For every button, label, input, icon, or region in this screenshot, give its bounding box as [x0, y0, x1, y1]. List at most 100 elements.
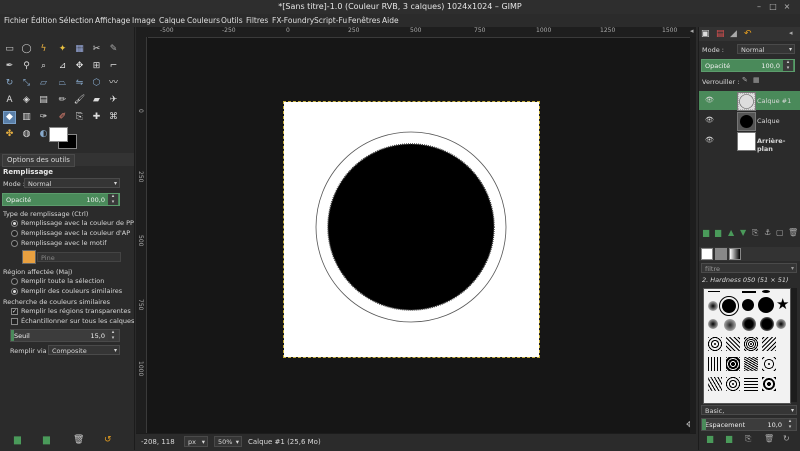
flip-icon[interactable]: ⇋: [74, 78, 85, 89]
pattern-swatch[interactable]: [22, 250, 36, 264]
checkbox-transparent[interactable]: ✓: [11, 308, 18, 315]
raise-layer-icon[interactable]: ▲: [728, 228, 734, 237]
color-picker-icon[interactable]: ⚲: [21, 61, 32, 72]
edit-brush-icon[interactable]: ▆: [707, 434, 713, 443]
patterns-tab-icon[interactable]: [715, 248, 727, 260]
menu-aide[interactable]: Aide: [382, 16, 399, 25]
brush-preview[interactable]: [742, 299, 754, 311]
brush-preview[interactable]: [724, 319, 736, 331]
mask-layer-icon[interactable]: ▢: [776, 228, 784, 237]
select-by-color-icon[interactable]: ▦: [74, 44, 85, 55]
fuzzy-select-icon[interactable]: ✦: [57, 44, 68, 55]
reset-options-icon[interactable]: ↺: [104, 435, 112, 445]
ink-icon[interactable]: ✑: [38, 112, 49, 123]
spin-arrows-icon[interactable]: ▴ ▾: [108, 193, 118, 205]
restore-options-icon[interactable]: ▆: [43, 435, 50, 445]
radio-fill-pattern[interactable]: [11, 240, 18, 247]
radio-fill-selection[interactable]: [11, 278, 18, 285]
layer-mode-select[interactable]: Normal ▾: [737, 44, 795, 54]
warp-icon[interactable]: 〰: [108, 78, 119, 89]
brush-star-icon[interactable]: ★: [776, 297, 789, 312]
checkbox-sample-merged[interactable]: [11, 318, 18, 325]
menu-affichage[interactable]: Affichage: [95, 16, 130, 25]
close-button[interactable]: ×: [782, 2, 792, 12]
menu-edition[interactable]: Édition: [31, 16, 57, 25]
minimize-button[interactable]: –: [754, 2, 764, 12]
menu-selection[interactable]: Sélection: [59, 16, 94, 25]
opacity-slider[interactable]: Opacité 100,0 ▴ ▾: [2, 193, 120, 206]
radio-fill-similar[interactable]: [11, 288, 18, 295]
vertical-scrollbar[interactable]: [690, 37, 696, 433]
rect-select-icon[interactable]: ▭: [4, 44, 15, 55]
layer-row[interactable]: 👁 Arrière-plan: [699, 131, 800, 153]
paths-tab-icon[interactable]: ◢: [730, 29, 737, 39]
brush-preview[interactable]: [762, 377, 776, 391]
menu-fichier[interactable]: Fichier: [4, 16, 29, 25]
save-options-icon[interactable]: ▆: [14, 435, 21, 445]
duplicate-brush-icon[interactable]: ⎘: [745, 434, 751, 444]
radio-fill-fg[interactable]: [11, 220, 18, 227]
eye-icon[interactable]: 👁: [705, 96, 714, 104]
heal-icon[interactable]: ✚: [91, 112, 102, 123]
menu-script-fu[interactable]: Script-Fu: [314, 16, 347, 25]
brush-preview[interactable]: [760, 317, 774, 331]
brush-preview[interactable]: [744, 337, 758, 351]
spacing-slider[interactable]: Espacement 10,0 ▴ ▾: [701, 418, 797, 431]
mode-select[interactable]: Normal ▾: [24, 178, 120, 188]
smudge-icon[interactable]: ✤: [4, 129, 15, 140]
channels-tab-icon[interactable]: ▤: [716, 29, 725, 39]
spin-arrows-icon[interactable]: ▴ ▾: [108, 329, 118, 341]
tab-tool-options[interactable]: Options des outils: [2, 154, 75, 167]
spin-arrows-icon[interactable]: ▴ ▾: [785, 418, 795, 430]
menu-calque[interactable]: Calque: [159, 16, 185, 25]
brush-preview[interactable]: [708, 319, 718, 329]
menu-image[interactable]: Image: [132, 16, 156, 25]
menu-outils[interactable]: Outils: [221, 16, 243, 25]
rotate-icon[interactable]: ↻: [4, 78, 15, 89]
blend-icon[interactable]: ▤: [38, 95, 49, 106]
blend-tool-icon[interactable]: ▥: [21, 112, 32, 123]
perspective-icon[interactable]: ⏢: [57, 78, 68, 89]
layers-tab-icon[interactable]: ▣: [701, 29, 710, 39]
blur-icon[interactable]: ◍: [21, 129, 32, 140]
brushes-tab-icon[interactable]: [701, 248, 713, 260]
navigate-icon[interactable]: ◂: [690, 27, 696, 37]
maximize-button[interactable]: □: [768, 2, 778, 12]
new-layer-group-icon[interactable]: ▆: [715, 228, 721, 237]
text-icon[interactable]: A: [4, 95, 15, 106]
zoom-select[interactable]: 50% ▾: [214, 436, 242, 447]
radio-fill-bg[interactable]: [11, 230, 18, 237]
brush-preview[interactable]: [762, 290, 770, 293]
undo-history-tab-icon[interactable]: ↶: [744, 29, 752, 39]
brush-preview[interactable]: [758, 297, 774, 313]
move-icon[interactable]: ✥: [74, 61, 85, 72]
spin-arrows-icon[interactable]: ▴ ▾: [783, 59, 793, 71]
gradients-tab-icon[interactable]: [729, 248, 741, 260]
brush-preview[interactable]: [776, 319, 786, 329]
perspective-clone-icon[interactable]: ⌘: [108, 112, 119, 123]
layer-opacity-slider[interactable]: Opacité 100,0 ▴ ▾: [701, 59, 795, 72]
bucket-fill-icon[interactable]: ◈: [21, 95, 32, 106]
paths-icon[interactable]: ✒: [4, 61, 15, 72]
measure-icon[interactable]: ⊿: [57, 61, 68, 72]
airbrush-icon[interactable]: ✈: [108, 95, 119, 106]
cage-transform-icon[interactable]: ⬡: [91, 78, 102, 89]
brush-preview[interactable]: [762, 337, 776, 351]
bucket-fill-active-icon[interactable]: ◆: [3, 111, 16, 124]
brush-grid-scrollbar[interactable]: [791, 288, 797, 402]
lock-pixels-icon[interactable]: ✎: [742, 76, 748, 84]
zoom-icon[interactable]: ⌕: [38, 61, 49, 72]
dodge-icon[interactable]: ◐: [38, 129, 49, 140]
unit-select[interactable]: px ▾: [184, 436, 208, 447]
pencil-icon[interactable]: ✏: [57, 95, 68, 106]
brush-preview[interactable]: [708, 301, 718, 311]
eraser-icon[interactable]: ▰: [91, 95, 102, 106]
align-icon[interactable]: ⊞: [91, 61, 102, 72]
fill-by-select[interactable]: Composite ▾: [48, 345, 120, 355]
brush-preview[interactable]: [744, 377, 758, 391]
brush-preview[interactable]: [742, 291, 756, 293]
menu-fenetres[interactable]: Fenêtres: [348, 16, 380, 25]
eye-icon[interactable]: 👁: [705, 116, 714, 124]
brush-preview[interactable]: [726, 377, 740, 391]
menu-filtres[interactable]: Filtres: [246, 16, 268, 25]
